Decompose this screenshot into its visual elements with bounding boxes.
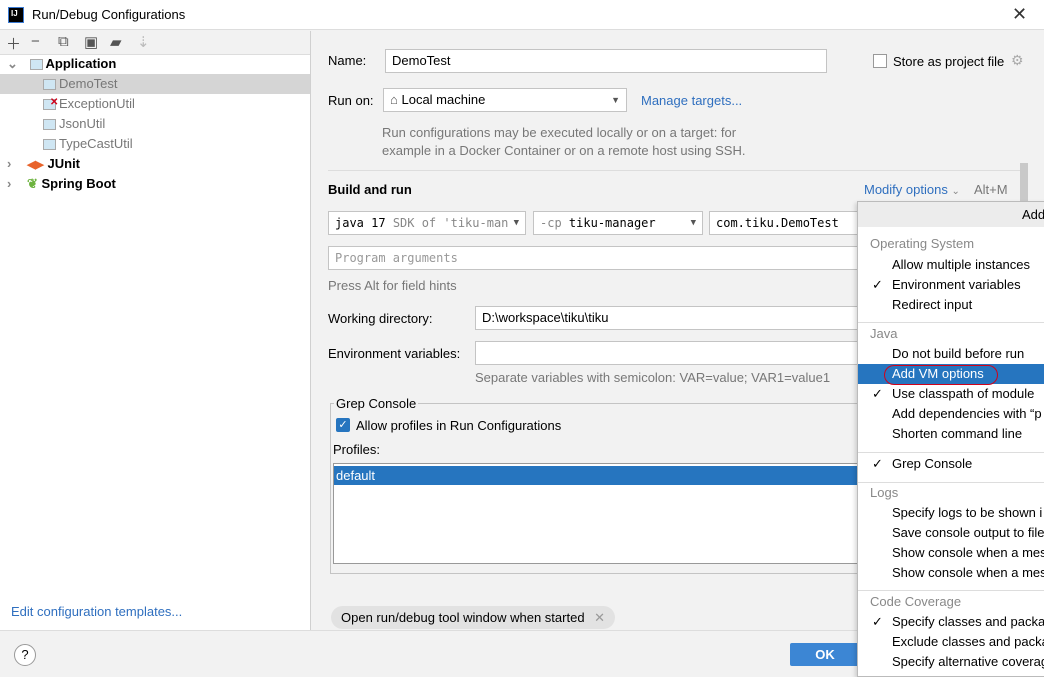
open-tool-window-tag[interactable]: Open run/debug tool window when started …: [331, 606, 616, 629]
environment-variables-label: Environment variables:: [328, 346, 461, 361]
menu-section-coverage: Code Coverage: [870, 594, 962, 609]
copy-icon[interactable]: ⧉: [58, 33, 69, 50]
sdk-select[interactable]: java 17 SDK of 'tiku-man ▼: [328, 211, 526, 235]
menu-separator: [858, 452, 1044, 453]
modify-options-shortcut: Alt+M: [974, 182, 1008, 197]
menu-item-specify-classes[interactable]: ✓ Specify classes and packa: [858, 612, 1044, 632]
store-project-checkbox[interactable]: [873, 54, 887, 68]
run-on-hint-1: Run configurations may be executed local…: [382, 125, 737, 140]
main-class-input[interactable]: com.tiku.DemoTest: [709, 211, 869, 235]
folder-add-icon[interactable]: ▰: [110, 33, 122, 51]
name-label: Name:: [328, 53, 367, 68]
tree-group-junit[interactable]: › ◀▶ JUnit: [0, 154, 310, 174]
dropdown-arrow-icon: ▼: [690, 218, 696, 228]
check-icon: ✓: [872, 386, 883, 401]
allow-profiles-checkbox[interactable]: ✓: [336, 418, 350, 432]
config-icon: [43, 139, 56, 151]
menu-separator: [858, 590, 1044, 591]
tree-group-application[interactable]: ⌄ Application: [0, 54, 310, 74]
tree-toolbar: ＋ − ⧉ ▣ ▰ ⇣: [0, 31, 310, 55]
close-icon[interactable]: ✕: [1012, 4, 1027, 25]
menu-item-specify-logs[interactable]: Specify logs to be shown i: [858, 503, 1044, 523]
store-project-label: Store as project file: [893, 54, 1005, 69]
save-icon[interactable]: ▣: [84, 33, 98, 51]
config-icon: [43, 119, 56, 131]
sort-icon[interactable]: ⇣: [137, 33, 150, 51]
menu-item-use-classpath[interactable]: ✓ Use classpath of module: [858, 384, 1044, 404]
intellij-logo: IJ: [8, 7, 24, 23]
annotation-circle: [884, 365, 998, 385]
modify-options-link[interactable]: Modify options ⌄: [864, 182, 960, 197]
menu-item-allow-multiple[interactable]: Allow multiple instances: [858, 255, 1044, 275]
junit-icon: ◀▶: [26, 159, 44, 171]
dropdown-arrow-icon: ▼: [510, 212, 519, 234]
working-directory-label: Working directory:: [328, 311, 433, 326]
window-title: Run/Debug Configurations: [32, 7, 186, 22]
menu-item-add-vm-options[interactable]: Add VM options: [858, 364, 1044, 385]
chevron-right-icon: ›: [7, 156, 12, 171]
menu-item-grep-console[interactable]: ✓ Grep Console: [858, 454, 1044, 474]
manage-targets-link[interactable]: Manage targets...: [641, 93, 742, 108]
check-icon: ✓: [872, 614, 883, 629]
gear-icon[interactable]: ⚙: [1011, 52, 1024, 69]
title-bar: IJ Run/Debug Configurations ✕: [0, 0, 1044, 30]
menu-item-show-console-2[interactable]: Show console when a mes: [858, 563, 1044, 583]
menu-separator: [858, 322, 1044, 323]
menu-item-env-vars[interactable]: ✓ Environment variables: [858, 275, 1044, 295]
tree-item-jsonutil[interactable]: JsonUtil: [0, 114, 310, 134]
chevron-down-icon: ⌄: [7, 56, 18, 71]
profiles-list[interactable]: default: [333, 463, 863, 564]
build-and-run-heading: Build and run: [328, 182, 412, 197]
menu-section-java: Java: [870, 326, 898, 341]
menu-item-alternative-coverage[interactable]: Specify alternative coverag: [858, 652, 1044, 672]
menu-item-shorten-command[interactable]: Shorten command line: [858, 424, 1044, 444]
menu-item-show-console-1[interactable]: Show console when a mes: [858, 543, 1044, 563]
menu-section-logs: Logs: [870, 485, 899, 500]
home-icon: ⌂: [390, 92, 398, 107]
config-error-icon: ✕: [43, 97, 58, 111]
menu-item-exclude-classes[interactable]: Exclude classes and packa: [858, 632, 1044, 652]
tree-item-exceptionutil[interactable]: ✕ ExceptionUtil: [0, 94, 310, 114]
menu-header: Add: [858, 202, 1044, 227]
program-arguments-input[interactable]: Program arguments: [328, 246, 868, 270]
divider: [328, 170, 1028, 171]
classpath-select[interactable]: -cp tiku-manager ▼: [533, 211, 703, 235]
alt-hint: Press Alt for field hints: [328, 278, 457, 293]
edit-templates-link[interactable]: Edit configuration templates...: [11, 604, 182, 619]
application-icon: [29, 59, 43, 71]
profiles-label: Profiles:: [333, 442, 380, 457]
menu-section-os: Operating System: [870, 236, 975, 251]
spring-boot-icon: ❦: [26, 176, 38, 191]
chevron-down-icon: ⌄: [951, 186, 960, 197]
tree-item-demotest[interactable]: DemoTest: [0, 74, 310, 94]
environment-variables-hint: Separate variables with semicolon: VAR=v…: [475, 370, 831, 385]
plus-icon[interactable]: ＋: [6, 33, 21, 54]
run-on-select[interactable]: ⌂ Local machine ▼: [383, 88, 627, 112]
menu-item-add-dependencies[interactable]: Add dependencies with “p: [858, 404, 1044, 424]
menu-item-save-console[interactable]: Save console output to file: [858, 523, 1044, 543]
tree-group-spring-boot[interactable]: › ❦ Spring Boot: [0, 174, 310, 194]
help-button[interactable]: ?: [14, 644, 36, 666]
grep-console-title: Grep Console: [334, 396, 419, 411]
menu-item-do-not-build[interactable]: Do not build before run: [858, 344, 1044, 364]
run-on-hint-2: example in a Docker Container or on a re…: [382, 143, 746, 158]
run-on-label: Run on:: [328, 93, 374, 108]
allow-profiles-label: Allow profiles in Run Configurations: [356, 418, 562, 433]
name-input[interactable]: DemoTest: [385, 49, 827, 73]
tree-item-typecastutil[interactable]: TypeCastUtil: [0, 134, 310, 154]
dropdown-arrow-icon: ▼: [611, 95, 620, 105]
config-icon: [43, 79, 56, 91]
environment-variables-input[interactable]: [475, 341, 870, 365]
modify-options-menu: Add Operating System Allow multiple inst…: [857, 201, 1044, 677]
minus-icon[interactable]: −: [31, 33, 40, 50]
menu-item-redirect-input[interactable]: Redirect input: [858, 295, 1044, 315]
check-icon: ✓: [872, 456, 883, 471]
check-icon: ✓: [872, 277, 883, 292]
chevron-right-icon: ›: [7, 176, 12, 191]
working-directory-input[interactable]: D:\workspace\tiku\tiku: [475, 306, 870, 330]
config-tree-panel: ＋ − ⧉ ▣ ▰ ⇣ ⌄ Application DemoTest ✕ Exce…: [0, 31, 311, 630]
close-icon[interactable]: ✕: [594, 610, 605, 625]
profile-item[interactable]: default: [334, 466, 862, 485]
ok-button[interactable]: OK: [790, 643, 860, 666]
